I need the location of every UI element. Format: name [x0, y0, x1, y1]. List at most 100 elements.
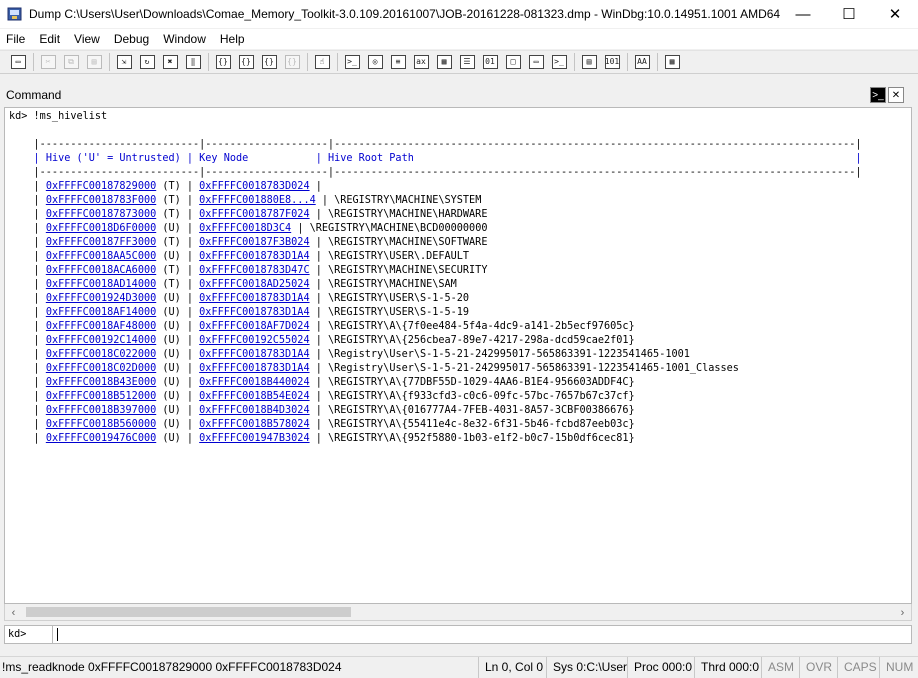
key-node-link[interactable]: 0xFFFFC0018B4D3024 [199, 405, 309, 416]
copy-icon: ⧉ [63, 55, 79, 69]
hive-root-path: \REGISTRY\A\{55411e4c-8e32-6f31-5b46-fcb… [327, 419, 635, 430]
step-into-button[interactable]: {} [213, 53, 233, 71]
hive-address-link[interactable]: 0xFFFFC00187873000 [46, 209, 156, 220]
menu-window[interactable]: Window [156, 32, 213, 46]
hive-address-link[interactable]: 0xFFFFC0018C022000 [46, 349, 156, 360]
menu-file[interactable]: File [0, 32, 32, 46]
processes-threads-button[interactable]: ▭ [526, 53, 546, 71]
locals-window-button[interactable]: ≡ [388, 53, 408, 71]
key-node-link[interactable]: 0xFFFFC00192C55024 [199, 335, 309, 346]
key-node-link[interactable]: 0xFFFFC0018783D024 [199, 181, 309, 192]
key-node-link[interactable]: 0xFFFFC0018B578024 [199, 419, 309, 430]
font-button[interactable]: AA [632, 53, 652, 71]
hive-address-link[interactable]: 0xFFFFC001924D3000 [46, 293, 156, 304]
hive-address-link[interactable]: 0xFFFFC0018ACA6000 [46, 265, 156, 276]
key-node-link[interactable]: 0xFFFFC0018AD25024 [199, 279, 309, 290]
open-button[interactable]: ▭ [8, 53, 28, 71]
hive-root-path: \REGISTRY\A\{952f5880-1b03-e1f2-b0c7-15b… [327, 433, 635, 444]
memory-window-button[interactable]: ▦ [434, 53, 454, 71]
key-node-link[interactable]: 0xFFFFC0018D3C4 [199, 223, 291, 234]
windbg-app-icon [7, 6, 23, 22]
trust-flag: (U) [162, 419, 181, 430]
step-out-button[interactable]: {} [259, 53, 279, 71]
hive-address-link[interactable]: 0xFFFFC0018B397000 [46, 405, 156, 416]
hive-address-link[interactable]: 0xFFFFC0018783F000 [46, 195, 156, 206]
key-node-link[interactable]: 0xFFFFC001880E8...4 [199, 195, 316, 206]
go-button[interactable]: ⇲ [114, 53, 134, 71]
key-node-link[interactable]: 0xFFFFC0018AF7D024 [199, 321, 309, 332]
hive-address-link[interactable]: 0xFFFFC0018AF48000 [46, 321, 156, 332]
key-node-link[interactable]: 0xFFFFC0018783D1A4 [199, 349, 309, 360]
stop-debugging-button[interactable]: ✖ [160, 53, 180, 71]
command-browser-button[interactable]: >_ [549, 53, 569, 71]
table-row: | 0xFFFFC0018C02D000 (U) | 0xFFFFC001878… [9, 363, 739, 374]
scroll-left-icon[interactable]: ‹ [5, 604, 22, 621]
hive-address-link[interactable]: 0xFFFFC0018C02D000 [46, 363, 156, 374]
key-node-link[interactable]: 0xFFFFC0018783D1A4 [199, 293, 309, 304]
run-to-cursor-button[interactable]: {} [282, 53, 302, 71]
menu-edit[interactable]: Edit [32, 32, 67, 46]
scroll-right-icon[interactable]: › [894, 604, 911, 621]
registers-window-button[interactable]: ax [411, 53, 431, 71]
locals-window-icon: ≡ [390, 55, 406, 69]
paste-button[interactable]: ▤ [84, 53, 104, 71]
hex-mode-icon: 101 [604, 55, 620, 69]
hive-address-link[interactable]: 0xFFFFC0018B560000 [46, 419, 156, 430]
source-mode-button[interactable]: ▤ [579, 53, 599, 71]
table-row: | 0xFFFFC0018B43E000 (U) | 0xFFFFC0018B4… [9, 377, 635, 388]
key-node-link[interactable]: 0xFFFFC001947B3024 [199, 433, 309, 444]
options-button[interactable]: ▦ [662, 53, 682, 71]
maximize-button[interactable]: ☐ [826, 0, 872, 28]
key-node-link[interactable]: 0xFFFFC0018783D1A4 [199, 307, 309, 318]
hive-address-link[interactable]: 0xFFFFC0018B512000 [46, 391, 156, 402]
cut-button[interactable]: ✂ [38, 53, 58, 71]
minimize-button[interactable]: — [780, 0, 826, 28]
menu-debug[interactable]: Debug [107, 32, 156, 46]
horizontal-scrollbar[interactable]: ‹ › [4, 604, 912, 621]
disassembly-button[interactable]: 01 [480, 53, 500, 71]
key-node-link[interactable]: 0xFFFFC0018B440024 [199, 377, 309, 388]
hive-address-link[interactable]: 0xFFFFC00187829000 [46, 181, 156, 192]
hive-address-link[interactable]: 0xFFFFC00192C14000 [46, 335, 156, 346]
hand-button[interactable]: ☝ [312, 53, 332, 71]
status-num: NUM [879, 656, 918, 678]
cut-icon: ✂ [40, 55, 56, 69]
trust-flag: (U) [162, 405, 181, 416]
scratch-pad-button[interactable]: □ [503, 53, 523, 71]
menu-help[interactable]: Help [213, 32, 252, 46]
hive-address-link[interactable]: 0xFFFFC0019476C000 [46, 433, 156, 444]
hive-root-path: \REGISTRY\USER\S-1-5-20 [327, 293, 470, 304]
command-input[interactable] [53, 626, 911, 643]
call-stack-button[interactable]: ☰ [457, 53, 477, 71]
watch-window-button[interactable]: ◎ [365, 53, 385, 71]
menu-view[interactable]: View [67, 32, 107, 46]
key-node-link[interactable]: 0xFFFFC0018B54E024 [199, 391, 309, 402]
table-row: | 0xFFFFC00187829000 (T) | 0xFFFFC001878… [9, 181, 328, 192]
toolbar: ▭ ✂ ⧉ ▤ ⇲ ↻ ✖ ‖ {} {} {} {} ☝ >_ ◎ ≡ ax ▦ ☰ 01 □ ▭ >_ ▤ 101 AA ▦ [0, 50, 918, 74]
key-node-link[interactable]: 0xFFFFC00187F3B024 [199, 237, 309, 248]
step-into-icon: {} [215, 55, 231, 69]
hive-address-link[interactable]: 0xFFFFC0018D6F0000 [46, 223, 156, 234]
disassembly-icon: 01 [482, 55, 498, 69]
key-node-link[interactable]: 0xFFFFC0018783D1A4 [199, 363, 309, 374]
close-button[interactable]: ✕ [872, 0, 918, 28]
command-window-title: Command [6, 88, 62, 102]
break-button[interactable]: ‖ [183, 53, 203, 71]
key-node-link[interactable]: 0xFFFFC0018787F024 [199, 209, 309, 220]
restart-button[interactable]: ↻ [137, 53, 157, 71]
command-window-icon[interactable]: >_ [870, 87, 886, 103]
command-window-close-icon[interactable]: ✕ [888, 87, 904, 103]
hive-address-link[interactable]: 0xFFFFC0018AF14000 [46, 307, 156, 318]
hive-address-link[interactable]: 0xFFFFC0018AA5C000 [46, 251, 156, 262]
key-node-link[interactable]: 0xFFFFC0018783D1A4 [199, 251, 309, 262]
hive-address-link[interactable]: 0xFFFFC0018AD14000 [46, 279, 156, 290]
copy-button[interactable]: ⧉ [61, 53, 81, 71]
hex-mode-button[interactable]: 101 [602, 53, 622, 71]
step-over-button[interactable]: {} [236, 53, 256, 71]
key-node-link[interactable]: 0xFFFFC0018783D47C [199, 265, 309, 276]
hive-address-link[interactable]: 0xFFFFC00187FF3000 [46, 237, 156, 248]
scrollbar-thumb[interactable] [26, 607, 351, 617]
command-window-button[interactable]: >_ [342, 53, 362, 71]
hive-address-link[interactable]: 0xFFFFC0018B43E000 [46, 377, 156, 388]
command-output[interactable]: kd> !ms_hivelist |----------------------… [4, 107, 912, 604]
